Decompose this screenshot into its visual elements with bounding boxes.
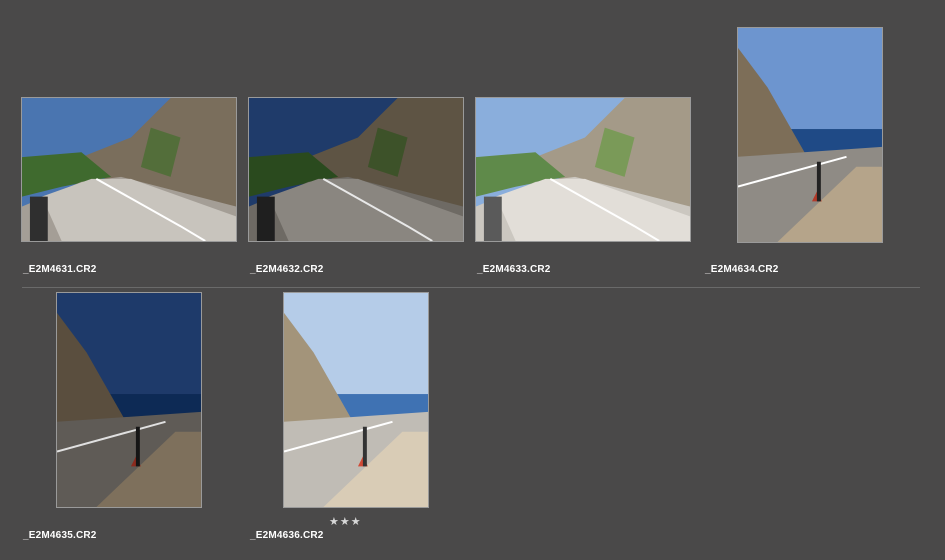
photo-filename: _E2M4632.CR2 — [250, 264, 324, 275]
photo-thumbnail-4[interactable] — [737, 27, 883, 243]
star-rating[interactable]: ★★★ — [329, 515, 362, 528]
landscape-photo-image — [249, 98, 463, 241]
portrait-photo-image — [284, 293, 428, 507]
photo-filename: _E2M4636.CR2 — [250, 530, 324, 541]
row-divider — [22, 287, 920, 288]
portrait-photo-image — [57, 293, 201, 507]
photo-filename: _E2M4633.CR2 — [477, 264, 551, 275]
landscape-photo-image — [22, 98, 236, 241]
photo-filename: _E2M4631.CR2 — [23, 264, 97, 275]
photo-thumbnail-3[interactable] — [475, 97, 691, 242]
photo-thumbnail-2[interactable] — [248, 97, 464, 242]
landscape-photo-image — [476, 98, 690, 241]
photo-thumbnail-6[interactable] — [283, 292, 429, 508]
photo-thumbnail-5[interactable] — [56, 292, 202, 508]
portrait-photo-image — [738, 28, 882, 242]
photo-filename: _E2M4635.CR2 — [23, 530, 97, 541]
photo-thumbnail-1[interactable] — [21, 97, 237, 242]
photo-filename: _E2M4634.CR2 — [705, 264, 779, 275]
